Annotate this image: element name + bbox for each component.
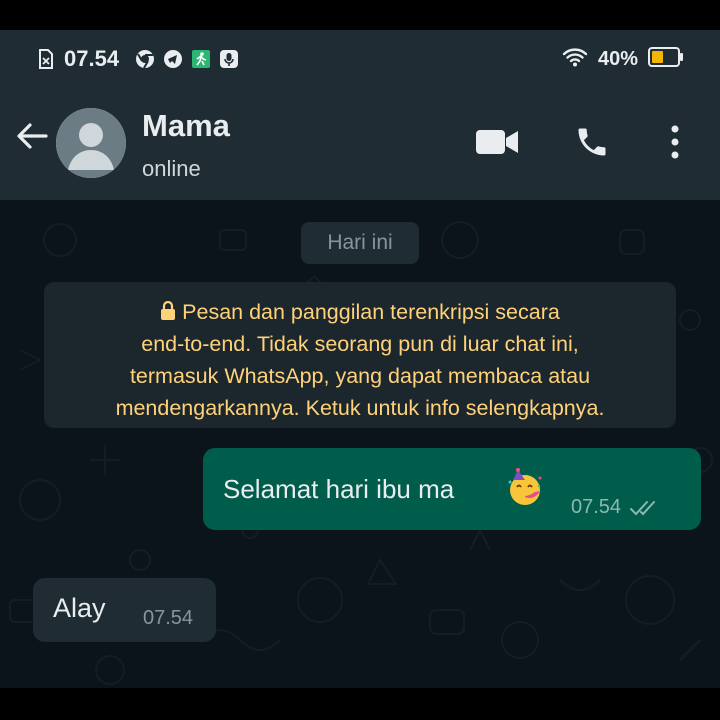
chat-area[interactable]: Hari ini Pesan dan panggilan terenkripsi… [0,200,720,688]
wifi-icon [562,47,588,72]
outgoing-message-text: Selamat hari ibu ma [223,474,455,504]
contact-avatar[interactable] [56,108,126,178]
incoming-message-text: Alay [53,593,106,623]
video-call-icon [476,130,518,154]
status-bar: 07.54 40% [0,30,720,88]
encryption-notice[interactable]: Pesan dan panggilan terenkripsi secara e… [44,282,676,428]
whatsapp-screen: 07.54 40% Mama online Hari ini Pesan dan… [0,30,720,688]
encryption-notice-line-1: Pesan dan panggilan terenkripsi secara [60,296,660,328]
status-bar-left: 07.54 [36,46,239,72]
contact-status: online [142,156,201,181]
sim-icon [36,49,56,69]
battery-icon [648,46,684,73]
fitness-app-icon [191,49,211,69]
back-button[interactable] [14,118,50,154]
encryption-notice-line-4: mendengarkannya. Ketuk untuk info seleng… [115,396,605,420]
encryption-notice-text-1: Pesan dan panggilan terenkripsi secara [182,300,560,324]
lock-icon [161,301,176,320]
back-arrow-icon [17,123,48,149]
more-options-icon [671,125,679,159]
voice-icon [219,49,239,69]
status-time: 07.54 [64,46,120,71]
party-face-emoji [508,468,542,505]
encryption-notice-line-2: end-to-end. Tidak seorang pun di luar ch… [141,332,579,356]
incoming-message-bubble[interactable]: Alay 07.54 [33,578,216,642]
outgoing-message-bubble[interactable]: Selamat hari ibu ma 07.54 [203,448,701,530]
video-call-button[interactable] [474,122,520,162]
double-check-icon [630,500,656,515]
more-options-button[interactable] [660,122,690,162]
voice-call-button[interactable] [570,122,614,162]
telegram-icon [163,49,183,69]
date-chip: Hari ini [301,222,419,264]
outgoing-message-meta: 07.54 [571,496,659,519]
status-bar-right: 40% [562,46,684,73]
chat-header: Mama online [0,88,720,200]
battery-percent: 40% [597,48,638,70]
avatar-placeholder-icon [56,108,126,178]
chrome-icon [135,49,155,69]
incoming-message-time: 07.54 [143,607,194,629]
encryption-notice-line-3: termasuk WhatsApp, yang dapat membaca at… [129,364,591,388]
phone-icon [578,128,606,156]
contact-name[interactable]: Mama [142,108,230,144]
outgoing-message-time: 07.54 [571,496,622,518]
